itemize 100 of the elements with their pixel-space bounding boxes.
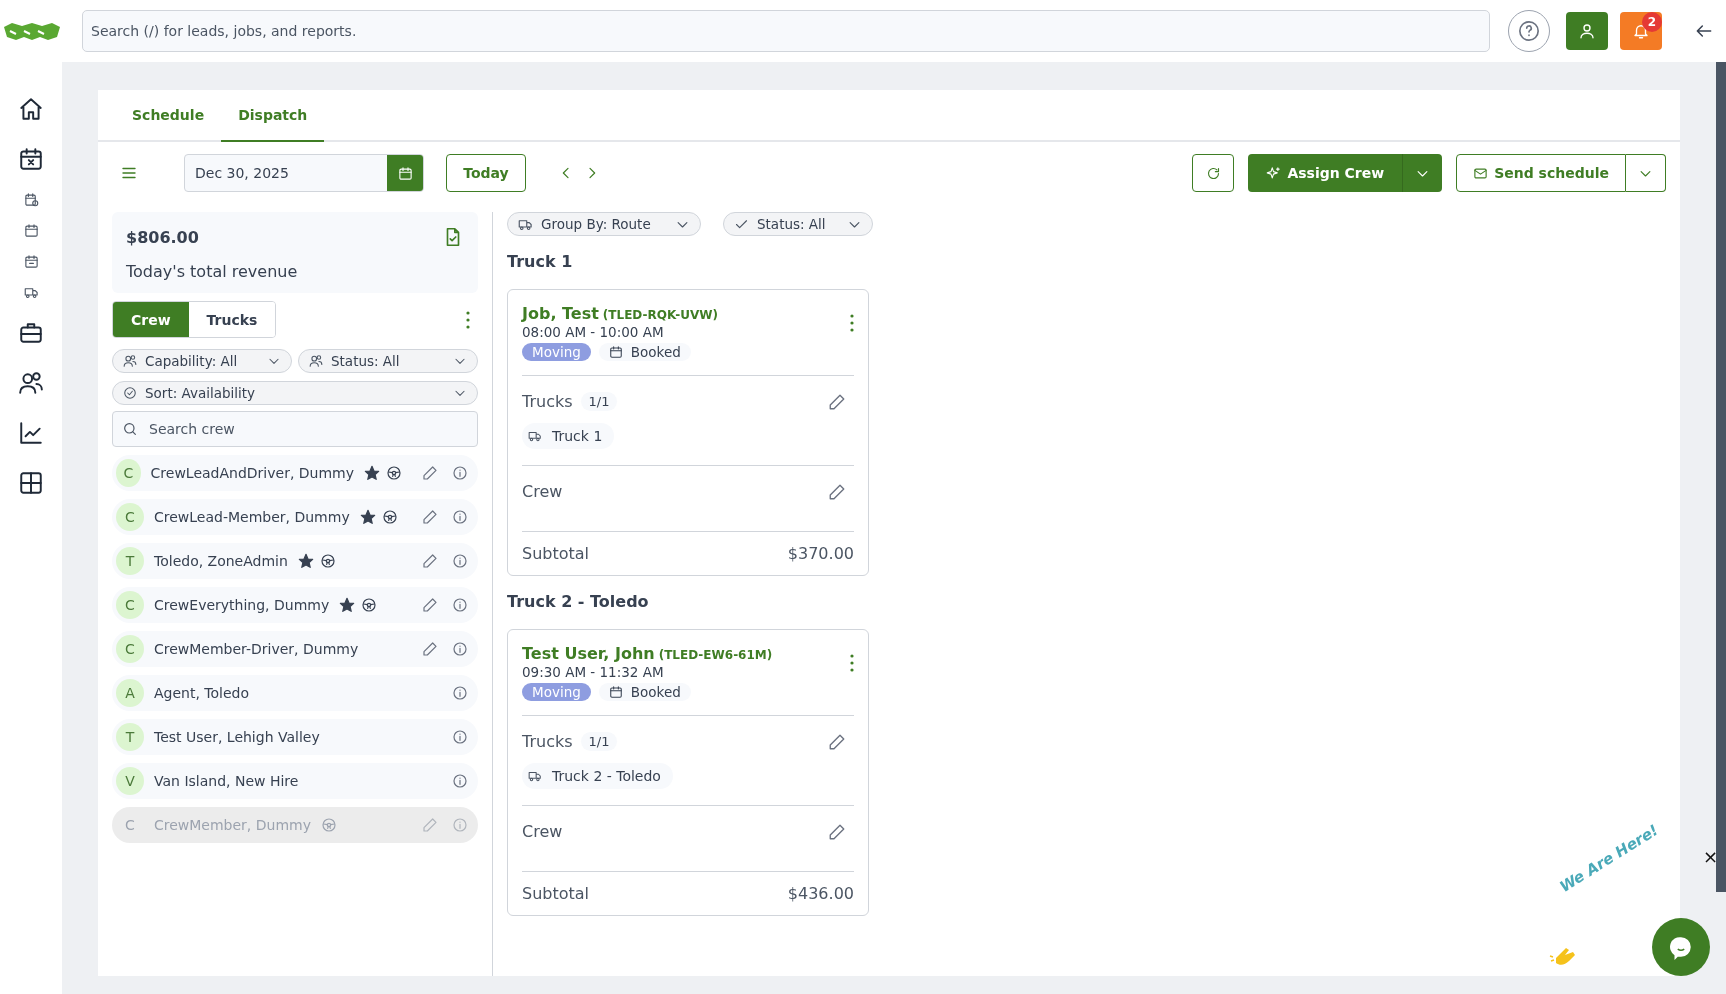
pencil-icon (828, 482, 846, 501)
calendar-nav[interactable] (18, 146, 44, 172)
more-button[interactable] (466, 310, 470, 329)
view-toggle[interactable]: Crew (113, 302, 189, 337)
calendar-icon (23, 254, 39, 269)
crew-name: Toledo, ZoneAdmin (154, 553, 288, 569)
chat-bubble-icon (1668, 934, 1694, 960)
calendar-clock-icon (23, 192, 39, 207)
people-nav[interactable] (18, 370, 44, 396)
trucks-label: Trucks (522, 732, 573, 751)
refresh-button[interactable] (1192, 154, 1235, 192)
crew-row[interactable]: C CrewLead-Member, Dummy (112, 499, 478, 535)
info-icon (452, 465, 468, 481)
calendar-icon (18, 146, 44, 172)
subtotal-label: Subtotal (522, 544, 590, 563)
reports-nav[interactable] (18, 420, 44, 446)
send-dropdown-button[interactable] (1626, 154, 1666, 192)
notifications-button[interactable]: 2 (1620, 12, 1662, 50)
group-title: Truck 2 - Toledo (507, 592, 650, 611)
avatar-initial: C (116, 591, 144, 619)
star-icon (297, 553, 314, 569)
job-name[interactable]: Job, Test (522, 304, 599, 323)
tab[interactable]: Schedule (115, 90, 222, 142)
edit-button[interactable] (422, 509, 438, 525)
truck-chip: Truck 1 (522, 423, 615, 449)
pencil-icon (422, 641, 438, 657)
grid-nav[interactable] (18, 470, 44, 496)
crew-name: CrewMember-Driver, Dummy (154, 641, 359, 657)
people-icon (18, 370, 44, 396)
date-field[interactable]: Dec 30, 2025 (184, 154, 424, 192)
user-button[interactable] (1566, 12, 1608, 50)
avatar-initial: V (116, 767, 144, 795)
calendar-icon (397, 165, 413, 181)
star-icon (359, 509, 376, 525)
assign-dropdown-button[interactable] (1402, 154, 1443, 192)
info-button[interactable] (452, 553, 468, 569)
edit-button[interactable] (828, 822, 846, 841)
search-field[interactable]: Search (/) for leads, jobs, and reports. (82, 10, 1490, 52)
assign-crew-button[interactable]: Assign Crew (1248, 154, 1403, 192)
send-schedule-button[interactable]: Send schedule (1456, 154, 1626, 192)
filter-dropdown[interactable]: Sort: Availability (112, 381, 478, 405)
more-vertical-icon (466, 310, 470, 329)
info-icon (452, 817, 468, 833)
info-button[interactable] (452, 773, 468, 789)
jobs-nav[interactable] (18, 320, 44, 346)
truck-chip: Truck 2 - Toledo (522, 763, 673, 789)
today-button[interactable]: Today (446, 154, 526, 192)
truck-nav[interactable] (23, 285, 39, 300)
info-button[interactable] (452, 641, 468, 657)
info-button[interactable] (452, 729, 468, 745)
crew-row[interactable]: T Test User, Lehigh Valley (112, 719, 478, 755)
scrollbar[interactable] (1716, 62, 1726, 892)
crew-row[interactable]: C CrewLeadAndDriver, Dummy (112, 455, 478, 491)
crew-row[interactable]: C CrewEverything, Dummy (112, 587, 478, 623)
job-time: 08:00 AM - 10:00 AM (522, 324, 665, 340)
crew-row[interactable]: T Toledo, ZoneAdmin (112, 543, 478, 579)
edit-button[interactable] (828, 732, 846, 751)
steering-wheel-icon (319, 553, 336, 569)
calendar-icon (608, 345, 623, 359)
filter-dropdown[interactable]: Status: All (723, 212, 873, 236)
crew-name: CrewEverything, Dummy (154, 597, 330, 613)
pencil-icon (422, 509, 438, 525)
steering-wheel-icon (381, 509, 398, 525)
subtotal-label: Subtotal (522, 884, 590, 903)
calendar-clock-nav[interactable] (23, 192, 39, 207)
edit-button[interactable] (828, 482, 846, 501)
refresh-icon (1205, 165, 1221, 181)
edit-button[interactable] (422, 641, 438, 657)
more-button[interactable] (850, 654, 854, 672)
truck-icon (23, 285, 39, 300)
tab[interactable]: Dispatch (221, 90, 325, 142)
more-button[interactable] (850, 314, 854, 332)
home-nav[interactable] (18, 96, 44, 122)
logo-icon[interactable] (2, 21, 62, 41)
crew-name: CrewMember, Dummy (154, 817, 311, 833)
trucks-count: 1/1 (580, 392, 618, 411)
crew-row[interactable]: V Van Island, New Hire (112, 763, 478, 799)
edit-button[interactable] (828, 392, 846, 411)
info-button[interactable] (452, 597, 468, 613)
info-icon (452, 597, 468, 613)
crew-row[interactable]: C CrewMember-Driver, Dummy (112, 631, 478, 667)
job-name[interactable]: Test User, John (522, 644, 655, 663)
info-button[interactable] (452, 685, 468, 701)
subtotal-amount: $370.00 (787, 544, 854, 563)
crew-label: Crew (522, 482, 563, 501)
filter-dropdown[interactable]: Status: All (298, 349, 478, 373)
help-icon (1518, 20, 1540, 42)
edit-button[interactable] (422, 553, 438, 569)
edit-button[interactable] (422, 465, 438, 481)
filter-dropdown[interactable]: Group By: Route (507, 212, 701, 236)
info-icon (452, 729, 468, 745)
crew-row[interactable]: A Agent, Toledo (112, 675, 478, 711)
info-icon (452, 641, 468, 657)
info-button[interactable] (452, 509, 468, 525)
crew-search-field[interactable]: Search crew (112, 411, 478, 447)
filter-dropdown[interactable]: Capability: All (112, 349, 292, 373)
edit-button[interactable] (422, 597, 438, 613)
info-button[interactable] (452, 465, 468, 481)
avatar-initial: T (116, 547, 144, 575)
close-button[interactable]: × (1702, 848, 1718, 866)
